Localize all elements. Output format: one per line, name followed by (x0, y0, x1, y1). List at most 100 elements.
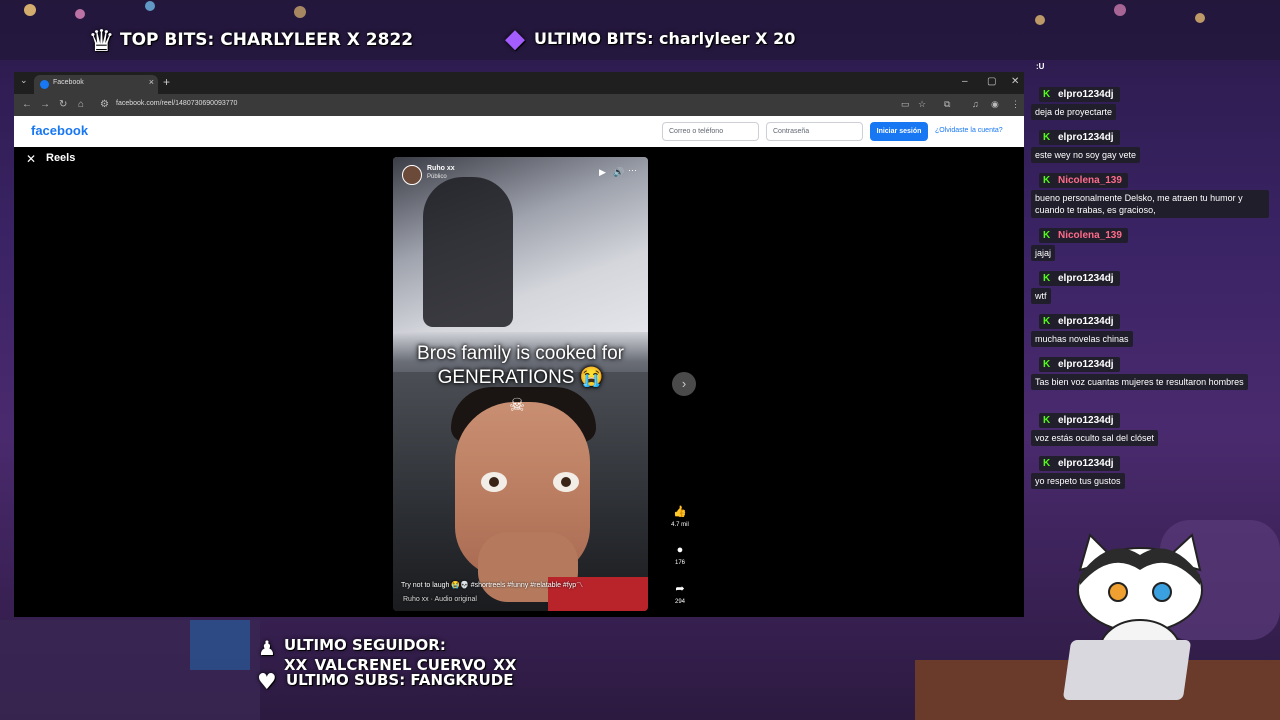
chat-username[interactable]: Kelpro1234dj (1039, 413, 1120, 428)
forward-icon[interactable]: → (40, 99, 50, 110)
kick-badge-icon: K (1043, 89, 1051, 100)
visibility-label: Público (427, 174, 447, 180)
site-info-icon[interactable]: ⚙ (100, 99, 109, 110)
browser-window: ⌄ Facebook × + – ▢ ✕ ← → ↻ ⌂ ⚙ facebook.… (14, 72, 1024, 617)
kick-badge-icon: K (1043, 230, 1051, 241)
tab-facebook[interactable]: Facebook × (34, 75, 158, 94)
tab-search-icon[interactable]: ⌄ (20, 75, 28, 86)
channel-name[interactable]: Ruho xx (427, 165, 455, 172)
chat-username-text: elpro1234dj (1058, 415, 1114, 426)
tab-bar: ⌄ Facebook × + – ▢ ✕ (14, 72, 1024, 94)
new-tab-icon[interactable]: + (163, 75, 170, 89)
last-follower-label: ULTIMO SEGUIDOR: (284, 636, 446, 654)
next-reel-button[interactable]: › (672, 372, 696, 396)
chat-username[interactable]: K Nicolena_139 (1039, 228, 1128, 243)
kick-badge-icon: K (1043, 359, 1051, 370)
last-sub-label: ULTIMO SUBS: FANGKRUDE (286, 671, 514, 689)
chat-message-text: jajaj (1031, 245, 1056, 261)
chat-header: :U (1036, 62, 1045, 71)
crown-icon: ♛ (88, 24, 115, 59)
menu-kebab-icon[interactable]: ⋮ (1011, 99, 1020, 110)
share-button[interactable]: ➦ 294 (669, 582, 691, 605)
chat-message-text: bueno personalmente Delsko, me atraen tu… (1031, 190, 1269, 218)
close-reels-icon[interactable]: ✕ (26, 152, 36, 166)
chat-username[interactable]: Kelpro1234dj (1039, 314, 1120, 329)
last-bits-label: ULTIMO BITS: charlyleer X 20 (534, 29, 796, 48)
chat-message-text: Tas bien voz cuantas mujeres te resultar… (1031, 374, 1248, 390)
video-figure (423, 177, 513, 327)
top-bits-label: TOP BITS: CHARLYLEER X 2822 (120, 30, 414, 50)
comment-icon: ● (676, 544, 684, 556)
laptop (1062, 640, 1192, 700)
video-caption: Bros family is cooked for GENERATIONS 😭 (417, 343, 624, 388)
like-button[interactable]: 👍 4.7 mil (669, 505, 691, 528)
video-eye-left (481, 472, 507, 492)
chat-username-text: elpro1234dj (1058, 89, 1114, 100)
share-count: 294 (674, 599, 685, 605)
thumbs-up-icon: 👍 (673, 506, 687, 518)
chat-username-text: elpro1234dj (1058, 458, 1114, 469)
chat-username[interactable]: Kelpro1234dj (1039, 456, 1120, 471)
kick-badge-icon: K (1043, 175, 1051, 186)
chat-message-text: este wey no soy gay vete (1031, 147, 1141, 163)
kick-badge-icon: K (1043, 316, 1051, 327)
play-icon[interactable]: ▶ (599, 167, 606, 178)
facebook-logo[interactable]: facebook (31, 123, 88, 138)
chat-username-text: elpro1234dj (1058, 273, 1114, 284)
tab-close-icon[interactable]: × (149, 77, 154, 87)
skull-emoji: ☠ (509, 395, 526, 415)
chat-username[interactable]: Kelpro1234dj (1039, 357, 1120, 372)
audio-label[interactable]: Ruho xx · Audio original (403, 596, 477, 603)
comment-count: 176 (674, 560, 685, 566)
chat-message-text: muchas novelas chinas (1031, 331, 1133, 347)
chat-message-text: yo respeto tus gustos (1031, 473, 1125, 489)
facebook-favicon-icon (40, 80, 49, 89)
password-field[interactable]: Contraseña (766, 122, 863, 141)
chat-message-text: deja de proyectarte (1031, 104, 1117, 120)
profile-icon[interactable]: ◉ (991, 99, 999, 110)
home-icon[interactable]: ⌂ (78, 99, 84, 110)
follower-icon: ♟ (258, 636, 276, 660)
kick-badge-icon: K (1043, 273, 1051, 284)
comment-button[interactable]: ● 176 (669, 544, 691, 566)
chat-username[interactable]: Kelpro1234dj (1039, 271, 1120, 286)
volume-icon[interactable]: 🔊 (613, 167, 624, 178)
chat-username-text: elpro1234dj (1058, 132, 1114, 143)
reload-icon[interactable]: ↻ (59, 99, 67, 110)
bits-diamond-icon: ◆ (505, 24, 525, 54)
chat-username-text: elpro1234dj (1058, 316, 1114, 327)
facebook-header: facebook Correo o teléfono Contraseña In… (14, 116, 1024, 147)
kick-badge-icon: K (1043, 415, 1051, 426)
url-input[interactable]: facebook.com/reel/1480730690093770 (116, 100, 237, 107)
share-icon: ➦ (675, 583, 685, 595)
channel-avatar[interactable] (402, 165, 422, 185)
chat-username-text: Nicolena_139 (1058, 175, 1122, 186)
maximize-icon[interactable]: ▢ (987, 76, 996, 87)
chat-username-text: Nicolena_139 (1058, 230, 1122, 241)
chat-username[interactable]: Kelpro1234dj (1039, 87, 1120, 102)
forgot-account-link[interactable]: ¿Olvidaste la cuenta? (935, 127, 1003, 134)
close-window-icon[interactable]: ✕ (1011, 76, 1019, 87)
heart-icon: ♥ (257, 670, 277, 695)
chat-username[interactable]: K Nicolena_139 (1039, 173, 1128, 188)
chat-username[interactable]: Kelpro1234dj (1039, 130, 1120, 145)
chat-message-text: wtf (1031, 288, 1051, 304)
address-bar: ← → ↻ ⌂ ⚙ facebook.com/reel/148073069009… (14, 94, 1024, 116)
media-icon[interactable]: ♫ (972, 99, 979, 109)
login-button[interactable]: Iniciar sesión (870, 122, 928, 141)
reel-video[interactable]: Bros family is cooked for GENERATIONS 😭 … (393, 157, 648, 611)
kick-badge-icon: K (1043, 132, 1051, 143)
reels-title: Reels (46, 152, 76, 164)
bookmark-star-icon[interactable]: ☆ (918, 99, 926, 110)
video-eye-right (553, 472, 579, 492)
minimize-icon[interactable]: – (962, 76, 968, 87)
tab-title: Facebook (53, 79, 84, 86)
extensions-icon[interactable]: ⧉ (944, 99, 950, 110)
reel-description: Try not to laugh 😭💀 #shortreels #funny #… (401, 582, 584, 589)
email-field[interactable]: Correo o teléfono (662, 122, 759, 141)
install-icon[interactable]: ▭ (901, 99, 910, 110)
chat-message-text: voz estás oculto sal del clóset (1031, 430, 1159, 446)
back-icon[interactable]: ← (22, 99, 32, 110)
more-options-icon[interactable]: ⋯ (628, 165, 637, 176)
like-count: 4.7 mil (671, 522, 689, 528)
